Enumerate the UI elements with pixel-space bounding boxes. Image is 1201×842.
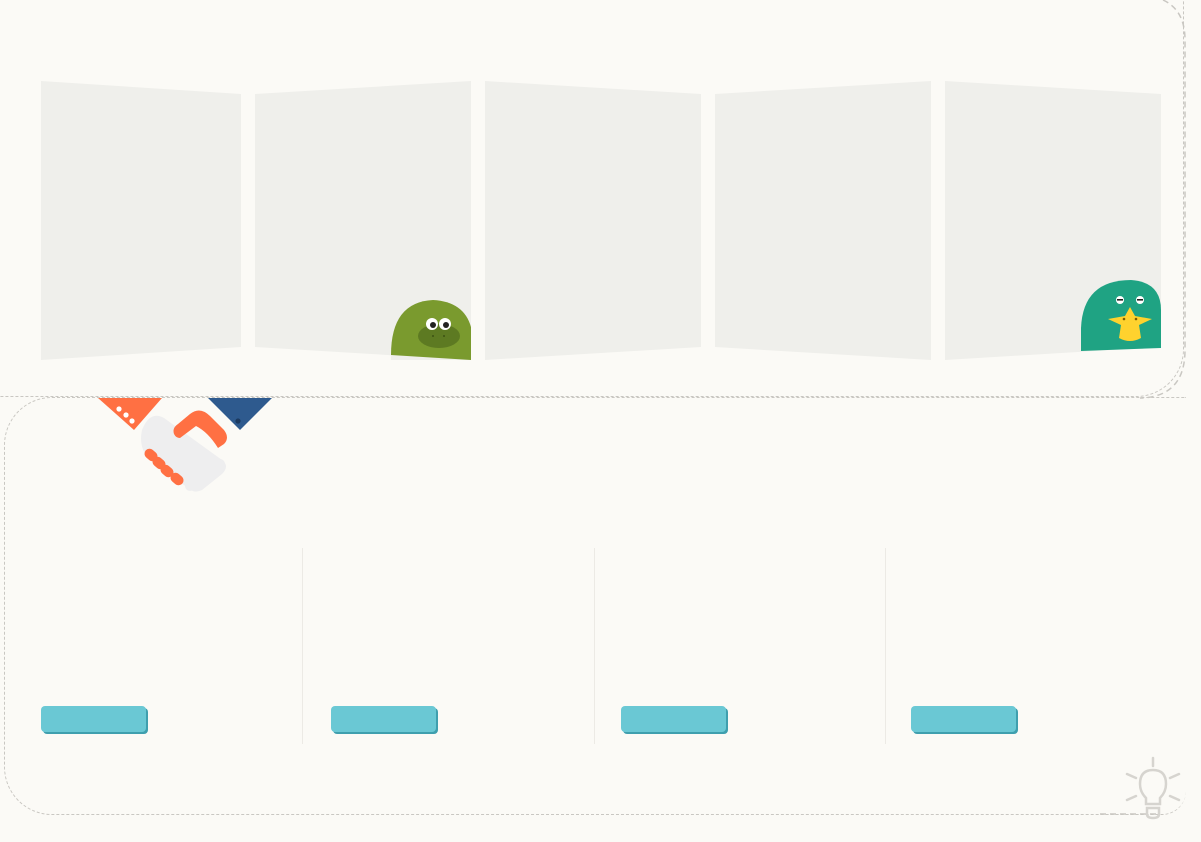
handshake-icon	[98, 398, 274, 494]
panel-card-4[interactable]	[715, 81, 931, 360]
page	[0, 0, 1201, 842]
lightbulb-icon[interactable]	[1124, 756, 1182, 820]
column-2-button[interactable]	[331, 706, 436, 732]
column-3-button[interactable]	[621, 706, 726, 732]
duck-mascot-icon	[1081, 280, 1161, 351]
column-1-button[interactable]	[41, 706, 146, 732]
panel-card-3[interactable]	[485, 81, 701, 360]
panel-card-1[interactable]	[41, 81, 241, 360]
frog-mascot-icon	[391, 300, 471, 360]
column-divider	[885, 548, 886, 744]
column-divider	[594, 548, 595, 744]
column-4-button[interactable]	[911, 706, 1016, 732]
column-divider	[302, 548, 303, 744]
